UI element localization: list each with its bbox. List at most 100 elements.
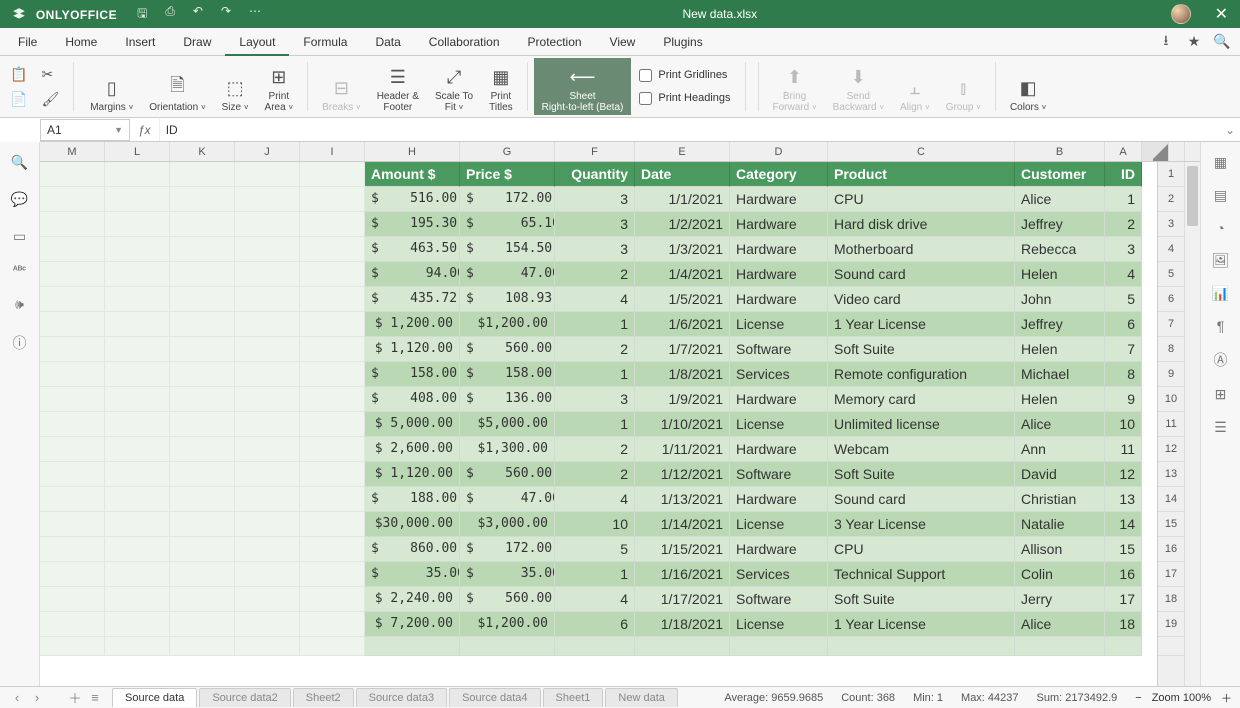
sheet-tab[interactable]: Source data2 bbox=[199, 688, 290, 707]
undo-icon[interactable]: ↶ bbox=[193, 4, 203, 25]
col-header-F[interactable]: F bbox=[555, 142, 635, 161]
row-header[interactable]: 18 bbox=[1158, 587, 1184, 612]
row-header[interactable]: 7 bbox=[1158, 312, 1184, 337]
row-header[interactable]: 10 bbox=[1158, 387, 1184, 412]
avatar[interactable] bbox=[1171, 4, 1191, 24]
sheet-tab[interactable]: Source data3 bbox=[356, 688, 447, 707]
row-header[interactable]: 15 bbox=[1158, 512, 1184, 537]
paragraph-settings-icon[interactable]: ¶ bbox=[1217, 318, 1225, 334]
row-header[interactable]: 1 bbox=[1158, 162, 1184, 187]
row-header[interactable]: 9 bbox=[1158, 362, 1184, 387]
more-icon[interactable]: ⋯ bbox=[249, 4, 261, 25]
slicer-settings-icon[interactable]: ☰ bbox=[1214, 419, 1227, 436]
col-header-C[interactable]: C bbox=[828, 142, 1015, 161]
menu-tab-formula[interactable]: Formula bbox=[289, 28, 361, 56]
table-row[interactable]: $ 435.72$ 108.9341/5/2021HardwareVideo c… bbox=[40, 287, 1157, 312]
table-row[interactable]: $ 158.00$ 158.0011/8/2021ServicesRemote … bbox=[40, 362, 1157, 387]
table-row[interactable]: $ 1,120.00$ 560.0021/7/2021SoftwareSoft … bbox=[40, 337, 1157, 362]
zoom-out-icon[interactable]: − bbox=[1135, 692, 1141, 704]
row-header[interactable]: 14 bbox=[1158, 487, 1184, 512]
row-headers[interactable]: 12345678910111213141516171819 bbox=[1157, 162, 1184, 686]
redo-icon[interactable]: ↷ bbox=[221, 4, 231, 25]
table-row[interactable]: $ 94.00$ 47.0021/4/2021HardwareSound car… bbox=[40, 262, 1157, 287]
pivot-settings-icon[interactable]: ⊞ bbox=[1215, 386, 1227, 403]
ribbon-printarea[interactable]: ⊞PrintArea ˅ bbox=[257, 58, 302, 115]
table-row[interactable]: $ 188.00$ 47.0041/13/2021HardwareSound c… bbox=[40, 487, 1157, 512]
fx-icon[interactable]: ƒx bbox=[130, 123, 159, 137]
chevron-down-icon[interactable]: ▼ bbox=[114, 125, 123, 135]
ribbon-size[interactable]: ⬚Size ˅ bbox=[214, 58, 257, 115]
row-header[interactable]: 13 bbox=[1158, 462, 1184, 487]
favorite-icon[interactable]: ★ bbox=[1180, 33, 1208, 50]
tab-prev-icon[interactable]: ‹ bbox=[8, 690, 26, 705]
row-header[interactable]: 5 bbox=[1158, 262, 1184, 287]
image-settings-icon[interactable]: 🖼 bbox=[1212, 252, 1230, 269]
add-sheet-icon[interactable]: ＋ bbox=[66, 688, 84, 707]
chart-settings-icon[interactable]: 📊 bbox=[1212, 285, 1229, 302]
spellcheck-icon[interactable]: ᴬᴮᶜ bbox=[13, 265, 26, 276]
print-icon[interactable]: ⎙ bbox=[165, 4, 175, 25]
expand-formula-icon[interactable]: ⌄ bbox=[1220, 123, 1240, 137]
zoom-in-icon[interactable]: ＋ bbox=[1221, 690, 1232, 706]
table-row[interactable]: $ 2,240.00$ 560.0041/17/2021SoftwareSoft… bbox=[40, 587, 1157, 612]
search-icon[interactable]: 🔍 bbox=[1208, 33, 1236, 50]
row-header[interactable]: 17 bbox=[1158, 562, 1184, 587]
col-header-M[interactable]: M bbox=[40, 142, 105, 161]
table-row[interactable]: $30,000.00$3,000.00101/14/2021License3 Y… bbox=[40, 512, 1157, 537]
select-all-icon[interactable] bbox=[1153, 142, 1168, 161]
ribbon-margins[interactable]: ▯Margins ˅ bbox=[82, 58, 141, 115]
feedback-icon[interactable]: 🕪 bbox=[15, 296, 24, 313]
col-header-D[interactable]: D bbox=[730, 142, 828, 161]
col-header-B[interactable]: B bbox=[1015, 142, 1105, 161]
row-header[interactable]: 6 bbox=[1158, 287, 1184, 312]
ribbon-pt[interactable]: ▦PrintTitles bbox=[481, 58, 521, 115]
table-row[interactable]: $ 1,200.00$1,200.0011/6/2021License1 Yea… bbox=[40, 312, 1157, 337]
grid[interactable]: Amount $Price $QuantityDateCategoryProdu… bbox=[40, 162, 1157, 686]
row-header[interactable]: 4 bbox=[1158, 237, 1184, 262]
table-row[interactable]: $ 408.00$ 136.0031/9/2021HardwareMemory … bbox=[40, 387, 1157, 412]
ribbon-hf[interactable]: ☰Header &Footer bbox=[369, 58, 427, 115]
col-header-L[interactable]: L bbox=[105, 142, 170, 161]
table-row[interactable]: $ 1,120.00$ 560.0021/12/2021SoftwareSoft… bbox=[40, 462, 1157, 487]
col-header-G[interactable]: G bbox=[460, 142, 555, 161]
about-icon[interactable]: ⓘ bbox=[13, 333, 27, 353]
row-header[interactable]: 3 bbox=[1158, 212, 1184, 237]
ribbon-col[interactable]: ◧Colors ˅ bbox=[1002, 58, 1054, 115]
name-box[interactable]: A1▼ bbox=[40, 119, 130, 141]
row-header[interactable]: 11 bbox=[1158, 412, 1184, 437]
col-header-H[interactable]: H bbox=[365, 142, 460, 161]
row-header[interactable]: 2 bbox=[1158, 187, 1184, 212]
column-headers[interactable]: MLKJIHGFEDCBA bbox=[40, 142, 1200, 162]
menu-tab-data[interactable]: Data bbox=[361, 28, 414, 56]
table-row[interactable]: $ 860.00$ 172.0051/15/2021HardwareCPUAll… bbox=[40, 537, 1157, 562]
close-icon[interactable]: ✕ bbox=[1215, 4, 1228, 24]
cell-settings-icon[interactable]: ▦ bbox=[1214, 154, 1227, 171]
print-gridlines-check[interactable]: Print Gridlines bbox=[639, 69, 730, 82]
format-painter-icon[interactable]: 🖌 bbox=[41, 91, 59, 108]
menu-tab-file[interactable]: File bbox=[4, 28, 51, 56]
menu-tab-collaboration[interactable]: Collaboration bbox=[415, 28, 514, 56]
col-header-E[interactable]: E bbox=[635, 142, 730, 161]
ribbon-stf[interactable]: ⤢Scale ToFit ˅ bbox=[427, 58, 481, 115]
save-icon[interactable]: 🖫 bbox=[137, 4, 147, 25]
col-header-A[interactable]: A bbox=[1105, 142, 1142, 161]
chat-icon[interactable]: ▭ bbox=[13, 228, 26, 245]
find-icon[interactable]: 🔍 bbox=[11, 154, 28, 171]
menu-tab-draw[interactable]: Draw bbox=[169, 28, 225, 56]
sheet-tab[interactable]: New data bbox=[605, 688, 677, 707]
ribbon-rtl[interactable]: ⟵SheetRight-to-left (Beta) bbox=[534, 58, 632, 115]
table-row[interactable]: $ 195.30$ 65.1031/2/2021HardwareHard dis… bbox=[40, 212, 1157, 237]
menu-tab-plugins[interactable]: Plugins bbox=[649, 28, 716, 56]
row-header[interactable]: 8 bbox=[1158, 337, 1184, 362]
textart-settings-icon[interactable]: Ⓐ bbox=[1214, 350, 1228, 370]
copy-icon[interactable]: 📋 bbox=[10, 66, 27, 83]
table-row[interactable]: $ 5,000.00$5,000.0011/10/2021LicenseUnli… bbox=[40, 412, 1157, 437]
print-headings-check[interactable]: Print Headings bbox=[639, 92, 730, 105]
sheet-tab[interactable]: Sheet1 bbox=[543, 688, 604, 707]
col-header-I[interactable]: I bbox=[300, 142, 365, 161]
table-row[interactable]: $ 35.00$ 35.0011/16/2021ServicesTechnica… bbox=[40, 562, 1157, 587]
menu-tab-layout[interactable]: Layout bbox=[225, 28, 289, 56]
sheet-tab[interactable]: Source data4 bbox=[449, 688, 540, 707]
cut-icon[interactable]: ✂ bbox=[41, 66, 59, 83]
table-row[interactable]: $ 516.00$ 172.0031/1/2021HardwareCPUAlic… bbox=[40, 187, 1157, 212]
